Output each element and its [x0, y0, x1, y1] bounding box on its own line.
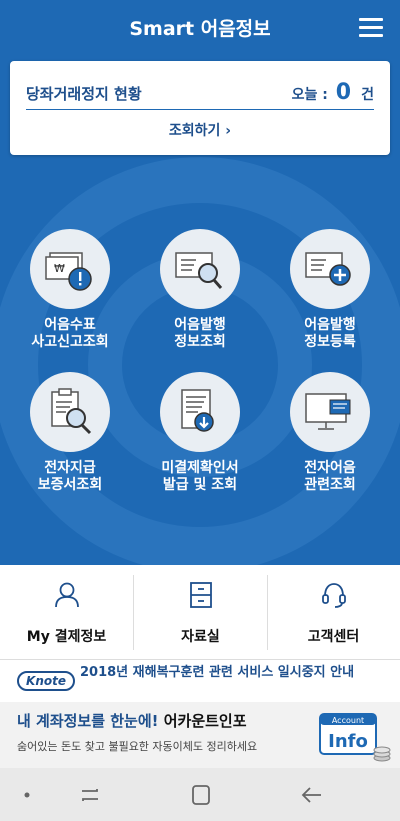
monitor-document-icon — [305, 393, 351, 430]
logo-big-text: Info — [328, 731, 368, 752]
menu-icon-circle — [290, 372, 370, 452]
ad-brand-name: 어카운트인포 — [163, 712, 247, 730]
menu-unpaid-confirmation-issue[interactable]: 미결제확인서 발급 및 조회 — [140, 372, 260, 502]
document-search-icon — [175, 252, 223, 289]
cabinet-icon — [190, 582, 212, 608]
back-arrow-icon — [301, 787, 321, 803]
main-background: Smart 어음정보 당좌거래정지 현황 오늘 : 0 건 조회하기 › ₩ 어… — [0, 0, 400, 565]
menu-label-line2: 발급 및 조회 — [162, 477, 238, 493]
dot-icon — [24, 792, 30, 798]
menu-icon-circle — [290, 229, 370, 309]
system-home-button[interactable] — [186, 780, 216, 810]
menu-label: 어음발행 정보등록 — [270, 317, 390, 351]
menu-payment-guarantee-inquiry[interactable]: 전자지급 보증서조회 — [10, 372, 130, 502]
notice-text[interactable]: 2018년 재해복구훈련 관련 서비스 일시중지 안내 — [80, 666, 390, 680]
status-title: 당좌거래정지 현황 — [26, 85, 142, 103]
menu-icon-circle: ₩ — [30, 229, 110, 309]
menu-label-line1: 전자어음 — [304, 460, 356, 476]
nav-label: 자료실 — [181, 629, 220, 645]
ad-headline-prefix: 내 계좌정보를 한눈에! — [17, 712, 159, 730]
nav-customer-center[interactable]: 고객센터 — [267, 565, 400, 660]
account-info-logo[interactable]: Account Info — [316, 710, 392, 764]
nav-label: 고객센터 — [307, 629, 360, 645]
check-warning-icon: ₩ — [45, 252, 92, 291]
today-count-wrap: 오늘 : 0 건 — [292, 80, 374, 105]
system-recent-apps-button[interactable] — [75, 780, 105, 810]
menu-label: 전자지급 보증서조회 — [10, 460, 130, 494]
nav-library[interactable]: 자료실 — [134, 565, 267, 660]
nav-my-payment-info[interactable]: My 결제정보 — [0, 565, 133, 660]
ad-headline: 내 계좌정보를 한눈에! 어카운트인포 — [17, 710, 247, 731]
menu-label-line1: 어음발행 — [304, 317, 356, 333]
today-count: 0 — [335, 80, 352, 105]
nav-label: My 결제정보 — [26, 629, 107, 645]
user-icon — [55, 582, 79, 608]
today-unit: 건 — [361, 87, 374, 103]
suspension-status-card: 당좌거래정지 현황 오늘 : 0 건 조회하기 › — [10, 61, 390, 155]
menu-label-line2: 사고신고조회 — [31, 334, 109, 350]
headset-icon — [322, 583, 346, 608]
svg-text:₩: ₩ — [54, 262, 65, 275]
menu-label: 전자어음 관련조회 — [270, 460, 390, 494]
knote-badge: Knote — [17, 671, 75, 691]
clipboard-search-icon — [51, 388, 92, 435]
app-title: Smart 어음정보 — [129, 18, 271, 40]
menu-label-line1: 어음발행 — [174, 317, 226, 333]
menu-label: 미결제확인서 발급 및 조회 — [140, 460, 260, 494]
menu-issuance-info-inquiry[interactable]: 어음발행 정보조회 — [140, 229, 260, 359]
menu-label-line2: 관련조회 — [304, 477, 356, 493]
menu-label-line1: 전자지급 — [44, 460, 96, 476]
menu-label-line2: 정보등록 — [304, 334, 356, 350]
today-label: 오늘 : — [291, 87, 328, 103]
menu-icon-circle — [160, 229, 240, 309]
menu-icon-circle — [30, 372, 110, 452]
document-download-icon — [181, 389, 214, 432]
menu-label-line1: 어음수표 — [44, 317, 96, 333]
bottom-navigation: My 결제정보 자료실 고객센터 — [0, 565, 400, 660]
system-back-button[interactable] — [297, 780, 327, 810]
menu-label-line1: 미결제확인서 — [161, 460, 239, 476]
menu-electronic-bill-inquiry[interactable]: 전자어음 관련조회 — [270, 372, 390, 502]
card-divider — [26, 109, 374, 110]
menu-issuance-info-register[interactable]: 어음발행 정보등록 — [270, 229, 390, 359]
menu-label-line2: 정보조회 — [174, 334, 226, 350]
menu-accident-report-inquiry[interactable]: ₩ 어음수표 사고신고조회 — [10, 229, 130, 359]
hamburger-menu-button[interactable] — [356, 16, 386, 40]
system-dot-button[interactable] — [12, 780, 42, 810]
menu-icon-circle — [160, 372, 240, 452]
logo-small-text: Account — [332, 716, 364, 725]
home-icon — [192, 785, 210, 805]
document-add-icon — [305, 252, 351, 286]
menu-label-line2: 보증서조회 — [37, 477, 103, 493]
menu-label: 어음발행 정보조회 — [140, 317, 260, 351]
menu-label: 어음수표 사고신고조회 — [10, 317, 130, 351]
recent-apps-icon — [82, 789, 98, 801]
query-button[interactable]: 조회하기 › — [110, 116, 290, 146]
ad-subtext: 숨어있는 돈도 찾고 불필요한 자동이체도 정리하세요 — [17, 740, 258, 753]
